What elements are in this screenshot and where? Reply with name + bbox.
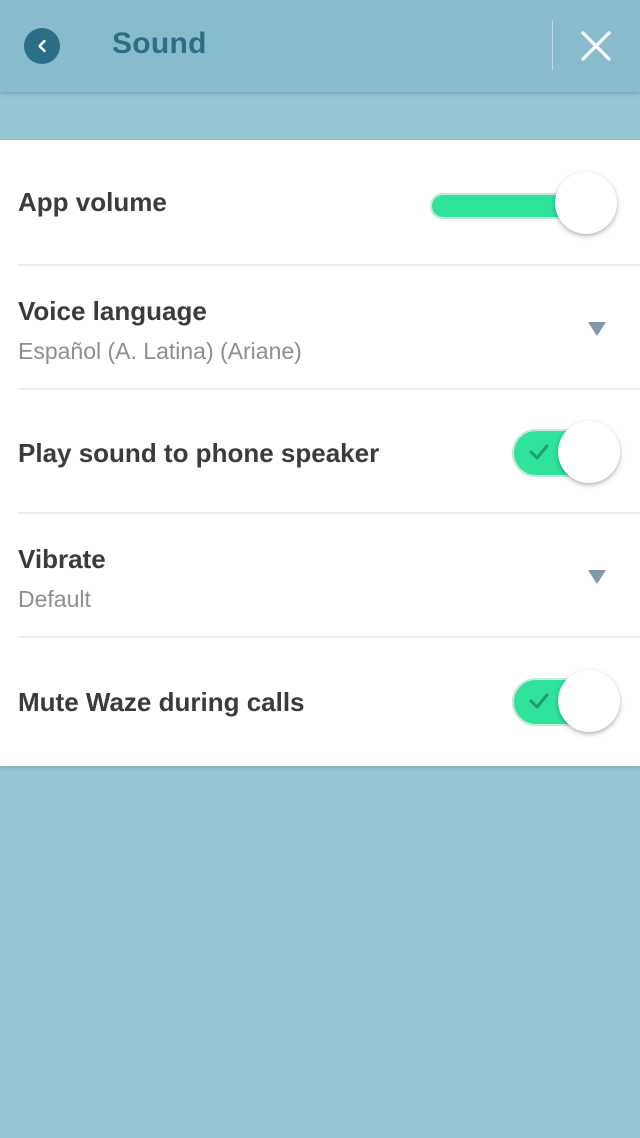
toggle-knob — [558, 421, 620, 483]
vibrate-row[interactable]: Vibrate Default — [0, 514, 640, 638]
top-bar: Sound — [0, 0, 640, 92]
mute-during-calls-toggle[interactable] — [510, 670, 620, 732]
chevron-left-icon — [38, 39, 46, 53]
play-sound-speaker-toggle[interactable] — [510, 421, 620, 483]
mute-during-calls-label: Mute Waze during calls — [18, 687, 305, 717]
close-icon — [581, 31, 611, 61]
mute-during-calls-row: Mute Waze during calls — [0, 638, 640, 766]
toggle-knob — [558, 670, 620, 732]
play-sound-speaker-label: Play sound to phone speaker — [18, 438, 380, 468]
voice-language-label: Voice language — [18, 296, 207, 326]
close-button[interactable] — [572, 22, 620, 70]
dropdown-arrow-icon[interactable] — [588, 322, 606, 336]
vibrate-label: Vibrate — [18, 544, 106, 574]
back-button[interactable] — [24, 28, 60, 64]
settings-panel: App volume Voice language Español (A. La… — [0, 140, 640, 766]
checkmark-icon — [529, 444, 549, 460]
voice-language-row[interactable]: Voice language Español (A. Latina) (Aria… — [0, 266, 640, 390]
play-sound-speaker-row: Play sound to phone speaker — [0, 390, 640, 514]
app-volume-label: App volume — [18, 187, 167, 217]
volume-slider-thumb[interactable] — [555, 172, 617, 234]
checkmark-icon — [529, 693, 549, 709]
vibrate-value: Default — [18, 586, 91, 612]
app-volume-row: App volume — [0, 140, 640, 266]
page-title: Sound — [112, 27, 207, 60]
header-divider — [552, 20, 553, 70]
dropdown-arrow-icon[interactable] — [588, 570, 606, 584]
voice-language-value: Español (A. Latina) (Ariane) — [18, 338, 302, 364]
